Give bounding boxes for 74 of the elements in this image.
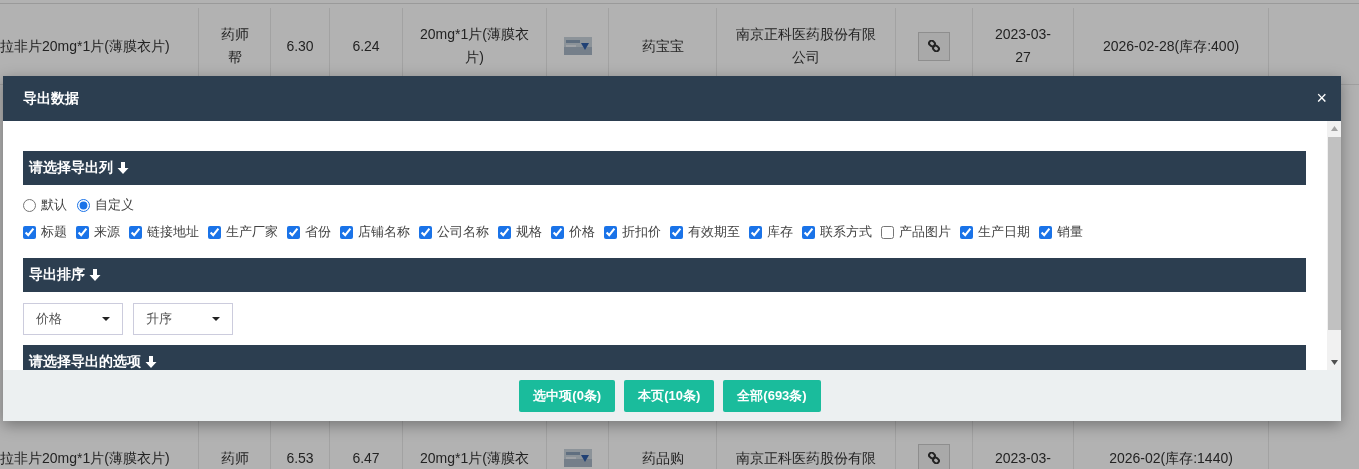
radio-label: 默认 — [41, 196, 67, 214]
expiry-date: 2026-02(库存:1440) — [1109, 448, 1233, 468]
checkbox-label: 生产日期 — [978, 223, 1030, 241]
checkbox-label: 规格 — [516, 223, 542, 241]
dropdown[interactable]: 价格 — [23, 302, 123, 335]
company-name: 南京正科医药股份有限 — [736, 448, 876, 468]
checkbox[interactable] — [419, 225, 432, 239]
price: 6.24 — [352, 36, 380, 56]
caret-icon — [102, 316, 110, 321]
shop-name: 药品购 — [641, 448, 684, 468]
checkbox-label: 联系方式 — [820, 223, 872, 241]
caret-icon — [212, 316, 220, 321]
down-arrow-icon — [89, 269, 101, 281]
scroll-up-icon — [1330, 126, 1338, 131]
source-name: 药师 — [220, 448, 249, 468]
checkbox-label: 来源 — [94, 223, 120, 241]
checkbox[interactable] — [604, 225, 617, 239]
checkbox-label: 有效期至 — [688, 223, 740, 241]
checkbox-label: 标题 — [41, 223, 67, 241]
down-arrow-icon — [117, 162, 129, 174]
date: 2023-03-27 — [993, 25, 1052, 67]
scroll-down-icon — [1330, 360, 1338, 365]
date: 2023-03- — [994, 448, 1051, 468]
checkbox[interactable] — [749, 225, 762, 239]
dropdown[interactable]: 升序 — [133, 302, 233, 335]
checkbox[interactable] — [551, 225, 564, 239]
radio-button[interactable] — [77, 198, 90, 212]
link-button[interactable] — [918, 443, 950, 469]
source-name: 药师帮 — [219, 25, 250, 67]
checkbox[interactable] — [498, 225, 511, 239]
checkbox[interactable] — [881, 225, 894, 239]
checkbox-label: 省份 — [305, 223, 331, 241]
checkbox[interactable] — [1039, 225, 1052, 239]
checkbox[interactable] — [23, 225, 36, 239]
checkbox[interactable] — [208, 225, 221, 239]
checkbox[interactable] — [340, 225, 353, 239]
checkbox-label: 折扣价 — [622, 223, 661, 241]
company-name: 南京正科医药股份有限公司 — [735, 25, 877, 67]
scrollbar[interactable] — [1327, 121, 1341, 370]
checkbox[interactable] — [129, 225, 142, 239]
spec: 20mg*1片(薄膜衣 — [420, 448, 529, 468]
checkbox[interactable] — [960, 225, 973, 239]
checkbox[interactable] — [76, 225, 89, 239]
section-title: 导出排序 — [29, 266, 85, 284]
price: 6.47 — [352, 448, 380, 468]
product-title: 拉非片20mg*1片(薄膜衣片) — [0, 448, 170, 468]
section-title: 请选择导出列 — [29, 159, 113, 177]
expiry-date: 2026-02-28(库存:400) — [1102, 36, 1240, 56]
checkbox-label: 产品图片 — [899, 223, 951, 241]
link-button[interactable] — [918, 31, 950, 61]
checkbox-label: 库存 — [767, 223, 793, 241]
dialog-title: 导出数据 — [23, 89, 79, 108]
scrollbar-thumb[interactable] — [1327, 137, 1341, 330]
chain-link-icon — [928, 452, 940, 464]
shop-name: 药宝宝 — [641, 36, 684, 56]
checkbox-label: 生产厂家 — [226, 223, 278, 241]
checkbox[interactable] — [802, 225, 815, 239]
checkbox-label: 价格 — [569, 223, 595, 241]
product-title: 拉非片20mg*1片(薄膜衣片) — [0, 36, 170, 56]
chain-link-icon — [928, 40, 940, 52]
checkbox-label: 店铺名称 — [358, 223, 410, 241]
checkbox-label: 销量 — [1057, 223, 1083, 241]
checkbox[interactable] — [287, 225, 300, 239]
close-button[interactable]: × — [1316, 88, 1327, 109]
radio-label: 自定义 — [95, 196, 134, 214]
price: 6.53 — [286, 448, 314, 468]
checkbox[interactable] — [670, 225, 683, 239]
spec: 20mg*1片(薄膜衣片) — [419, 25, 530, 67]
price: 6.30 — [286, 36, 314, 56]
radio-button[interactable] — [23, 198, 36, 212]
down-arrow-icon — [145, 356, 157, 368]
checkbox-label: 公司名称 — [437, 223, 489, 241]
checkbox-label: 链接地址 — [147, 223, 199, 241]
section-title: 请选择导出的选项 — [29, 353, 141, 370]
